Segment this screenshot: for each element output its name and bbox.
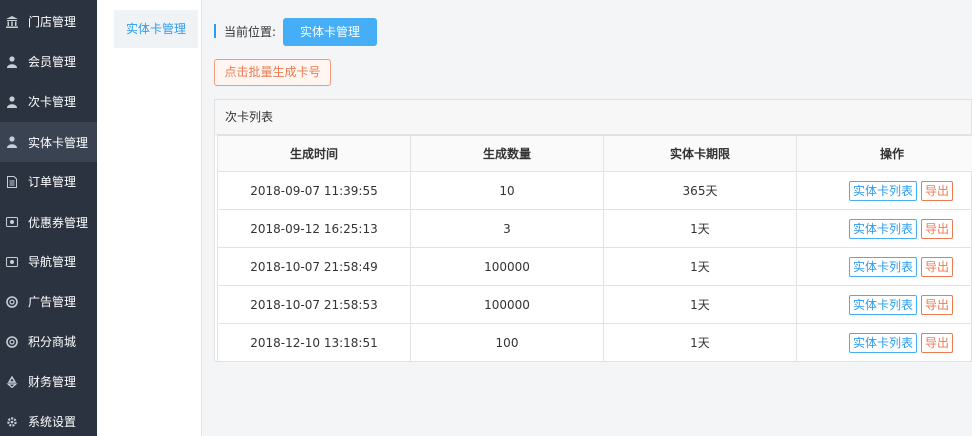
document-icon: [6, 176, 18, 188]
table-header-row: 生成时间 生成数量 实体卡期限 操作: [217, 135, 972, 172]
cell-time: 2018-09-07 11:39:55: [217, 171, 411, 210]
cell-actions: 实体卡列表 导出: [796, 209, 972, 248]
bank-icon: [6, 16, 18, 28]
sidebar-item-label: 积分商城: [28, 335, 77, 349]
breadcrumb-marker: [214, 24, 216, 38]
batch-generate-button[interactable]: 点击批量生成卡号: [214, 59, 331, 86]
sidebar-item-label: 会员管理: [28, 55, 77, 69]
user-icon: [6, 96, 18, 108]
sidebar-item-label: 财务管理: [28, 375, 77, 389]
ticket-icon: [6, 256, 18, 268]
table-row: 2018-10-07 21:58:49 100000 1天 实体卡列表 导出: [217, 247, 972, 286]
sidebar: 门店管理 会员管理 次卡管理 实体卡管理 订单管理 优惠券管理 导航管理 广告管…: [0, 0, 97, 436]
sidebar-item-navigation[interactable]: 导航管理: [0, 242, 97, 282]
card-list-button[interactable]: 实体卡列表: [849, 180, 918, 201]
sidebar-item-store[interactable]: 门店管理: [0, 2, 97, 42]
sidebar-item-members[interactable]: 会员管理: [0, 42, 97, 82]
cell-term: 1天: [603, 209, 797, 248]
sidebar-item-finance[interactable]: 财务管理: [0, 362, 97, 402]
export-button[interactable]: 导出: [921, 218, 954, 239]
cell-actions: 实体卡列表 导出: [796, 285, 972, 324]
cell-actions: 实体卡列表 导出: [796, 323, 972, 362]
sidebar-item-label: 优惠券管理: [28, 216, 89, 230]
sidebar-item-label: 门店管理: [28, 15, 77, 29]
cell-count: 10: [410, 171, 604, 210]
cell-actions: 实体卡列表 导出: [796, 247, 972, 286]
cell-actions: 实体卡列表 导出: [796, 171, 972, 210]
column-header-count: 生成数量: [410, 135, 604, 172]
recycle-icon: [6, 376, 18, 388]
panel-title: 次卡列表: [215, 100, 971, 135]
cell-time: 2018-10-07 21:58:49: [217, 247, 411, 286]
cell-count: 100: [410, 323, 604, 362]
sidebar-item-ads[interactable]: 广告管理: [0, 282, 97, 322]
card-list-button[interactable]: 实体卡列表: [849, 332, 918, 353]
table-row: 2018-09-12 16:25:13 3 1天 实体卡列表 导出: [217, 209, 972, 248]
cell-count: 3: [410, 209, 604, 248]
cell-term: 365天: [603, 171, 797, 210]
export-button[interactable]: 导出: [921, 332, 954, 353]
table-row: 2018-09-07 11:39:55 10 365天 实体卡列表 导出: [217, 171, 972, 210]
subnav: 实体卡管理: [97, 0, 202, 436]
table-row: 2018-12-10 13:18:51 100 1天 实体卡列表 导出: [217, 323, 972, 362]
breadcrumb-current-button[interactable]: 实体卡管理: [283, 18, 377, 46]
sidebar-item-label: 广告管理: [28, 295, 77, 309]
card-list-button[interactable]: 实体卡列表: [849, 256, 918, 277]
cell-time: 2018-12-10 13:18:51: [217, 323, 411, 362]
card-list-button[interactable]: 实体卡列表: [849, 294, 918, 315]
sidebar-item-label: 订单管理: [28, 175, 77, 189]
sidebar-item-settings[interactable]: 系统设置: [0, 402, 97, 436]
table-row: 2018-10-07 21:58:53 100000 1天 实体卡列表 导出: [217, 285, 972, 324]
subnav-item-physical-card[interactable]: 实体卡管理: [114, 10, 198, 48]
sidebar-item-orders[interactable]: 订单管理: [0, 162, 97, 202]
sidebar-item-label: 次卡管理: [28, 95, 77, 109]
cell-count: 100000: [410, 285, 604, 324]
cell-time: 2018-09-12 16:25:13: [217, 209, 411, 248]
cell-count: 100000: [410, 247, 604, 286]
user-icon: [6, 56, 18, 68]
lifebuoy-icon: [6, 336, 18, 348]
card-list-panel: 次卡列表 生成时间 生成数量 实体卡期限 操作 2018-09-07 11:39…: [214, 99, 972, 362]
export-button[interactable]: 导出: [921, 256, 954, 277]
cell-time: 2018-10-07 21:58:53: [217, 285, 411, 324]
cell-term: 1天: [603, 247, 797, 286]
sidebar-item-points-mall[interactable]: 积分商城: [0, 322, 97, 362]
column-header-term: 实体卡期限: [603, 135, 797, 172]
export-button[interactable]: 导出: [921, 180, 954, 201]
sidebar-item-label: 实体卡管理: [28, 136, 89, 150]
column-header-time: 生成时间: [217, 135, 411, 172]
sidebar-item-physical-card[interactable]: 实体卡管理: [0, 122, 97, 162]
breadcrumb-label: 当前位置:: [224, 25, 277, 39]
cell-term: 1天: [603, 285, 797, 324]
sidebar-item-label: 导航管理: [28, 255, 77, 269]
column-header-actions: 操作: [796, 135, 972, 172]
export-button[interactable]: 导出: [921, 294, 954, 315]
main-content: 当前位置: 实体卡管理 点击批量生成卡号 次卡列表 生成时间 生成数量 实体卡期…: [202, 0, 972, 436]
cell-term: 1天: [603, 323, 797, 362]
card-list-button[interactable]: 实体卡列表: [849, 218, 918, 239]
lifebuoy-icon: [6, 296, 18, 308]
gear-icon: [6, 416, 18, 428]
sidebar-item-times-card[interactable]: 次卡管理: [0, 82, 97, 122]
card-table: 生成时间 生成数量 实体卡期限 操作 2018-09-07 11:39:55 1…: [217, 135, 972, 362]
sidebar-item-coupons[interactable]: 优惠券管理: [0, 202, 97, 242]
sidebar-item-label: 系统设置: [28, 415, 77, 429]
